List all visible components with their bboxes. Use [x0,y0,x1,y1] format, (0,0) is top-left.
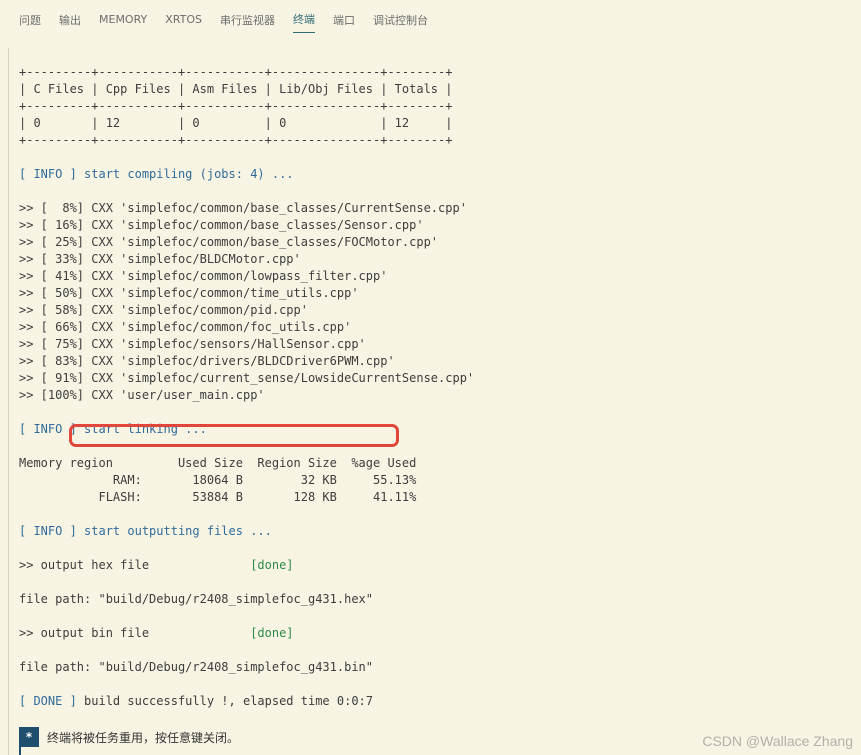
compile-line: >> [ 58%] CXX 'simplefoc/common/pid.cpp' [19,303,308,317]
output-info-line: [ INFO ] start outputting files ... [19,524,272,538]
link-info-text: [ INFO ] start linking ... [19,422,207,436]
output-hex-status: [done] [250,558,294,572]
link-info-line: [ INFO ] start linking ... [19,421,854,438]
output-hex-line: >> output hex file [done] [19,557,854,574]
build-done-line: [ DONE ] build successfully !, elapsed t… [19,693,854,710]
output-bin-status: [done] [250,626,294,640]
terminal-gutter [8,48,9,755]
memory-table-header: Memory region Used Size Region Size %age… [19,456,417,470]
compile-line: >> [100%] CXX 'user/user_main.cpp' [19,388,265,402]
compile-info-line: [ INFO ] start compiling (jobs: 4) ... [19,167,294,181]
compile-line: >> [ 83%] CXX 'simplefoc/drivers/BLDCDri… [19,354,395,368]
compile-line: >> [ 25%] CXX 'simplefoc/common/base_cla… [19,235,439,249]
output-bin-line: >> output bin file [done] [19,625,854,642]
asterisk-icon: * [19,727,39,747]
compile-line: >> [ 91%] CXX 'simplefoc/current_sense/L… [19,371,475,385]
compile-line: >> [ 33%] CXX 'simplefoc/BLDCMotor.cpp' [19,252,301,266]
done-message: build successfully !, elapsed time 0:0:7 [76,694,374,708]
tab-problems[interactable]: 问题 [19,6,41,33]
done-tag: [ DONE ] [19,694,77,708]
table-header: | C Files | Cpp Files | Asm Files | Lib/… [19,82,453,96]
tab-debug-console[interactable]: 调试控制台 [373,6,428,33]
compile-line: >> [ 75%] CXX 'simplefoc/sensors/HallSen… [19,337,366,351]
table-border-bottom: +---------+-----------+-----------+-----… [19,133,453,147]
terminal-output[interactable]: +---------+-----------+-----------+-----… [19,64,854,714]
output-hex-text: >> output hex file [19,558,251,572]
tab-memory[interactable]: MEMORY [99,7,147,31]
bin-file-path: file path: "build/Debug/r2408_simplefoc_… [19,660,374,674]
tab-terminal[interactable]: 终端 [293,5,315,33]
memory-flash-row: FLASH: 53884 B 128 KB 41.11% [19,490,417,504]
memory-ram-row: RAM: 18064 B 32 KB 55.13% [19,473,417,487]
panel-tab-bar: 问题 输出 MEMORY XRTOS 串行监视器 终端 端口 调试控制台 [0,0,861,38]
compile-line: >> [ 66%] CXX 'simplefoc/common/foc_util… [19,320,352,334]
tab-serial-monitor[interactable]: 串行监视器 [220,6,275,33]
tab-output[interactable]: 输出 [59,6,81,33]
tab-xrtos[interactable]: XRTOS [165,7,202,31]
notice-text: 终端将被任务重用，按任意键关闭。 [47,730,240,745]
compile-line: >> [ 50%] CXX 'simplefoc/common/time_uti… [19,286,359,300]
compile-line: >> [ 41%] CXX 'simplefoc/common/lowpass_… [19,269,388,283]
watermark: CSDN @Wallace Zhang [702,733,853,749]
terminal-cursor [19,747,21,755]
tab-ports[interactable]: 端口 [333,6,355,33]
compile-line: >> [ 8%] CXX 'simplefoc/common/base_clas… [19,201,467,215]
table-row: | 0 | 12 | 0 | 0 | 12 | [19,116,453,130]
output-bin-text: >> output bin file [19,626,251,640]
compile-line: >> [ 16%] CXX 'simplefoc/common/base_cla… [19,218,424,232]
terminal-reuse-notice: * 终端将被任务重用，按任意键关闭。 [19,727,239,747]
table-border-top: +---------+-----------+-----------+-----… [19,65,453,79]
hex-file-path: file path: "build/Debug/r2408_simplefoc_… [19,592,374,606]
table-border-mid: +---------+-----------+-----------+-----… [19,99,453,113]
